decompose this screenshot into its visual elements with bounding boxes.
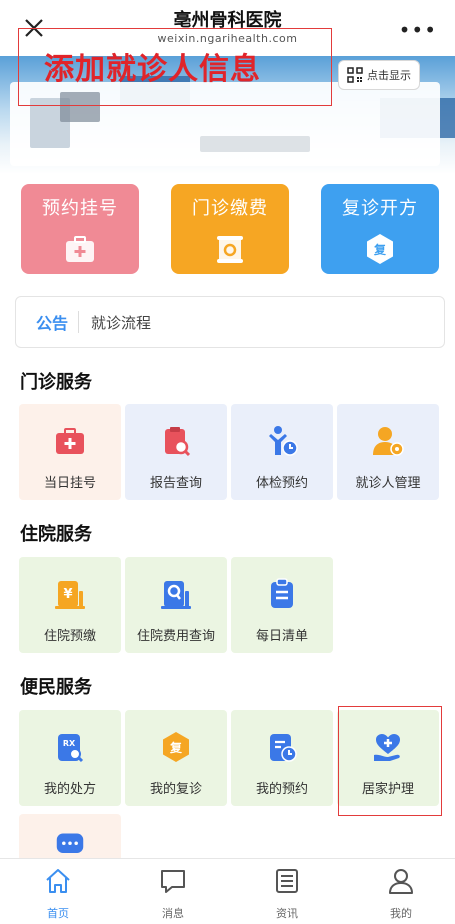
tab-label: 消息 (162, 907, 184, 920)
message-icon (161, 870, 185, 893)
notice-bar[interactable]: 公告 就诊流程 (15, 296, 445, 348)
quick-action-label: 复诊开方 (342, 198, 418, 219)
svg-text:复: 复 (169, 740, 183, 755)
svg-text:复: 复 (373, 242, 387, 257)
payment-scroll-icon (217, 236, 243, 263)
add-patient-text[interactable]: 添加就诊人信息 (44, 44, 261, 88)
tile-label: 住院预缴 (43, 629, 96, 644)
medical-kit-icon (66, 236, 94, 262)
tile-patient-management[interactable]: 就诊人管理 (337, 404, 439, 500)
chat-bubble-icon (56, 833, 84, 853)
tab-news[interactable]: 资讯 (247, 867, 327, 921)
tile-my-appointment[interactable]: 我的预约 (231, 710, 333, 806)
home-icon (46, 869, 70, 893)
svg-text:RX: RX (63, 739, 76, 748)
tile-inpatient-deposit[interactable]: ¥ 住院预缴 (19, 557, 121, 653)
medical-kit-icon (56, 428, 84, 454)
quick-action-label: 门诊缴费 (192, 198, 268, 219)
tab-home[interactable]: 首页 (18, 867, 98, 921)
tile-my-revisit[interactable]: 复 我的复诊 (125, 710, 227, 806)
tile-inpatient-fee-query[interactable]: 住院费用查询 (125, 557, 227, 653)
tab-label: 首页 (47, 907, 69, 920)
section-title-convenience: 便民服务 (20, 677, 92, 698)
tile-online-consult[interactable] (19, 814, 121, 858)
tab-label: 我的 (390, 907, 412, 920)
notice-text[interactable]: 就诊流程 (91, 312, 151, 333)
quick-action-label: 预约挂号 (42, 198, 118, 219)
report-search-icon (165, 427, 191, 457)
section-title-inpatient: 住院服务 (20, 524, 92, 545)
notice-tag: 公告 (36, 314, 69, 333)
patient-settings-icon (373, 427, 404, 456)
notice-divider (78, 311, 80, 333)
quick-action-revisit[interactable]: 复诊开方 复 (321, 184, 439, 274)
profile-icon (389, 869, 413, 894)
tile-my-prescription[interactable]: RX 我的处方 (19, 710, 121, 806)
tile-label: 当日挂号 (43, 476, 96, 491)
appointment-icon (270, 734, 297, 762)
tile-label: 住院费用查询 (136, 629, 215, 644)
tile-label: 报告查询 (149, 476, 202, 491)
tile-label: 体检预约 (255, 476, 308, 491)
bottom-tab-bar: 首页 消息 资讯 我的 (0, 858, 455, 924)
tile-label: 我的处方 (43, 782, 96, 797)
revisit-hexagon-icon: 复 (163, 732, 189, 762)
show-qr-label: 点击显示 (367, 69, 411, 82)
tile-label: 每日清单 (255, 629, 308, 644)
daily-list-icon (271, 578, 293, 608)
quick-action-pay[interactable]: 门诊缴费 (171, 184, 289, 274)
quick-action-book[interactable]: 预约挂号 (21, 184, 139, 274)
checkup-clock-icon (269, 426, 298, 456)
news-icon (276, 869, 298, 893)
tile-label: 就诊人管理 (355, 476, 421, 491)
svg-text:¥: ¥ (63, 587, 72, 602)
tab-profile[interactable]: 我的 (361, 867, 441, 921)
tile-same-day-register[interactable]: 当日挂号 (19, 404, 121, 500)
qr-code-icon (347, 67, 363, 83)
tile-label: 我的预约 (255, 782, 308, 797)
tab-messages[interactable]: 消息 (133, 867, 213, 921)
section-title-outpatient: 门诊服务 (20, 372, 92, 393)
revisit-hexagon-icon: 复 (367, 234, 393, 264)
fee-search-icon (161, 581, 191, 609)
tile-checkup-booking[interactable]: 体检预约 (231, 404, 333, 500)
more-options-icon[interactable]: ••• (399, 20, 437, 40)
blurred-card-number (200, 136, 310, 152)
home-care-highlight (338, 706, 442, 816)
deposit-icon: ¥ (55, 581, 85, 609)
tile-daily-list[interactable]: 每日清单 (231, 557, 333, 653)
tile-report-query[interactable]: 报告查询 (125, 404, 227, 500)
tile-label: 我的复诊 (149, 782, 202, 797)
tab-label: 资讯 (276, 907, 298, 920)
prescription-icon: RX (58, 734, 84, 763)
show-qr-button[interactable]: 点击显示 (338, 60, 420, 90)
